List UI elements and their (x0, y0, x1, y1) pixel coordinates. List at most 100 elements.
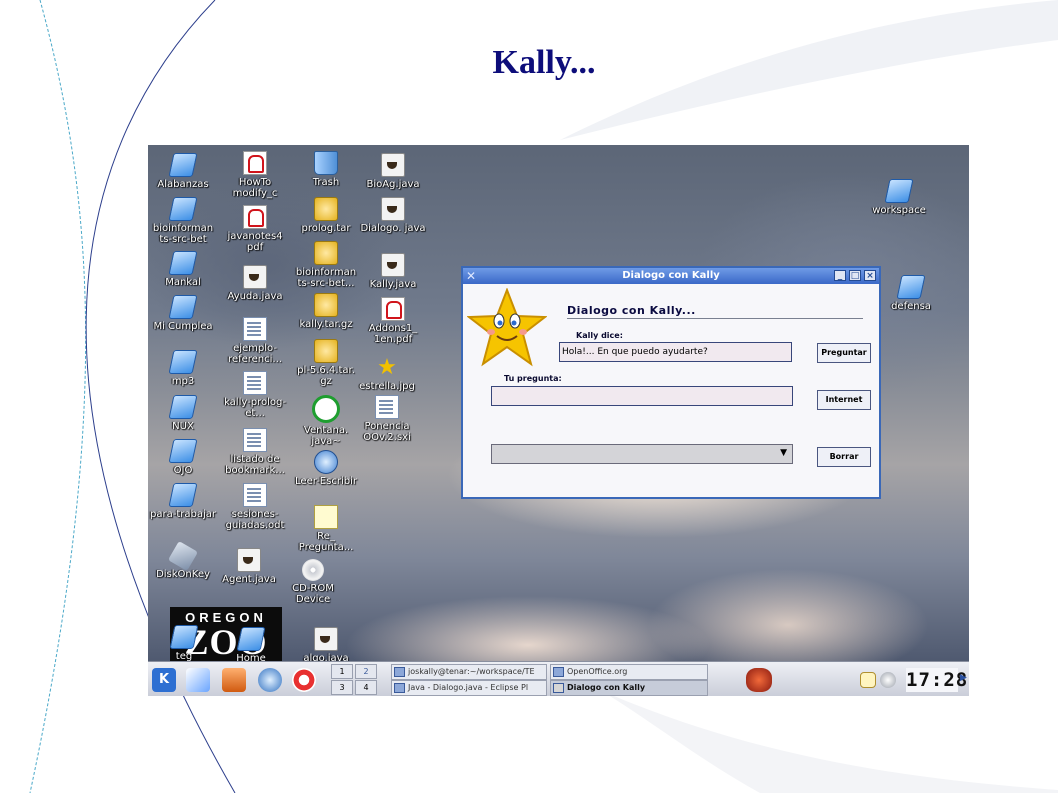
desktop-icon[interactable]: teg (151, 625, 217, 662)
desktop-icon[interactable]: BioAg.java (360, 153, 426, 190)
tray-volume-icon[interactable] (880, 672, 896, 688)
ask-button[interactable]: Preguntar (817, 343, 871, 363)
internet-button[interactable]: Internet (817, 390, 871, 410)
desktop-icon[interactable]: Re_ Pregunta... (293, 505, 359, 553)
desktop-icon[interactable]: Leer-Escribir (293, 450, 359, 487)
desktop-screenshot: Alabanzas bioinforman ts-src-bet Mankal … (148, 145, 969, 696)
desktop-icon[interactable]: Ponencia OOv.2.sxi (354, 395, 420, 443)
question-input[interactable] (491, 386, 793, 406)
icon-label: listado de bookmark... (225, 454, 285, 476)
icon-label: workspace (872, 205, 926, 216)
icon-label: prolog.tar (301, 223, 351, 234)
desktop-1[interactable]: 1 (331, 664, 353, 679)
eclipse-icon (394, 683, 405, 693)
history-combobox[interactable]: ▼ (491, 444, 793, 464)
icon-label: ejemplo-referenci... (228, 343, 282, 365)
java-file-icon (381, 253, 405, 277)
desktop-icon[interactable]: Addons1_ 1en.pdf (360, 297, 426, 345)
desktop-icon[interactable]: Ayuda.java (222, 265, 288, 302)
task-terminal[interactable]: joskally@tenar:~/workspace/TE (391, 664, 547, 680)
folder-icon (169, 625, 199, 649)
desktop-icon[interactable]: Mankal (150, 251, 216, 288)
folder-icon (168, 251, 198, 275)
tray-app-icon[interactable] (746, 668, 772, 692)
desktop-icon[interactable]: workspace (866, 179, 932, 216)
task-eclipse[interactable]: Java - Dialogo.java - Eclipse Pl (391, 680, 547, 696)
close-button[interactable]: × (864, 270, 876, 281)
icon-label: Ponencia OOv.2.sxi (363, 421, 411, 443)
desktop-icon[interactable]: Home (218, 627, 284, 664)
browser-icon[interactable] (258, 668, 282, 692)
desktop-icon[interactable]: mp3 (150, 350, 216, 387)
maximize-button[interactable]: □ (849, 270, 861, 281)
desktop-icon[interactable]: Mi Cumplea (150, 295, 216, 332)
desktop-icon[interactable]: algo.java (293, 627, 359, 664)
help-lifebuoy-icon[interactable] (292, 668, 316, 692)
desktop-icon[interactable]: sesiones-guiadas.odt (222, 483, 288, 531)
folder-icon (168, 350, 198, 374)
icon-label: Ventana. java~ (303, 425, 349, 447)
icon-label: Leer-Escribir (295, 476, 357, 487)
desktop-2[interactable]: 2 (355, 664, 377, 679)
desktop-icon[interactable]: Ventana. java~ (293, 395, 359, 447)
icon-label: Alabanzas (157, 179, 209, 190)
cdrom-icon (302, 559, 324, 581)
kally-response-field[interactable]: Hola!... En que puedo ayudarte? (559, 342, 792, 362)
desktop-icon[interactable]: Alabanzas (150, 153, 216, 190)
desktop-icon[interactable]: ★ estrella.jpg (354, 357, 420, 393)
desktop-icon[interactable]: DiskOnKey (150, 540, 216, 580)
desktop-icon[interactable]: Dialogo. java (360, 197, 426, 234)
desktop-icon[interactable]: NUX (150, 395, 216, 432)
task-dialogo-kally[interactable]: Dialogo con Kally (550, 680, 708, 696)
desktop-icon[interactable]: bioinforman ts-src-bet (150, 197, 216, 245)
dialog-titlebar[interactable]: ✕ Dialogo con Kally _ □ × (463, 268, 879, 284)
desktop-icon[interactable]: defensa (878, 275, 944, 312)
chevron-down-icon[interactable]: ▼ (780, 448, 787, 458)
window-menu-icon[interactable]: ✕ (466, 268, 476, 284)
desktop-icon[interactable]: bioinforman ts-src-bet... (293, 241, 359, 289)
desktop-icon[interactable]: para-trabajar (150, 483, 216, 520)
task-label: OpenOffice.org (567, 667, 628, 676)
dialog-window: ✕ Dialogo con Kally _ □ × Dialogo con Ka… (461, 266, 881, 499)
task-label: joskally@tenar:~/workspace/TE (408, 667, 535, 676)
desktop-icon[interactable]: OJO (150, 439, 216, 476)
icon-label: Dialogo. java (360, 223, 426, 234)
desktop-icon[interactable]: CD-ROM Device (280, 559, 346, 605)
icon-label: BioAg.java (366, 179, 420, 190)
desktop-icon-launcher[interactable] (186, 668, 210, 692)
icon-label: OJO (173, 465, 193, 476)
desktop-icon[interactable]: prolog.tar (293, 197, 359, 234)
home-icon[interactable] (222, 668, 246, 692)
java-file-icon (381, 197, 405, 221)
tray-notes-icon[interactable] (860, 672, 876, 688)
desktop-icon[interactable]: ejemplo-referenci... (222, 317, 288, 365)
icon-label: Mankal (165, 277, 201, 288)
desktop-icon[interactable]: javanotes4 pdf (222, 205, 288, 253)
kde-menu-icon[interactable]: K (152, 668, 176, 692)
web-file-icon (314, 450, 338, 474)
taskbar-expand-arrow-icon[interactable]: ▶ (960, 673, 967, 683)
icon-label: bioinforman ts-src-bet... (295, 267, 357, 289)
desktop-icon[interactable]: HowTo modify_c (222, 151, 288, 199)
desktop-icon[interactable]: kally-prolog-et... (222, 371, 288, 419)
dialog-body: Dialogo con Kally... Kally dice: Hola!..… (463, 284, 879, 497)
desktop-icon[interactable]: kally.tar.gz (293, 293, 359, 330)
desktop-icon[interactable]: pl-5.6.4.tar. gz (293, 339, 359, 387)
task-label: Java - Dialogo.java - Eclipse Pl (408, 683, 529, 692)
document-icon (243, 371, 267, 395)
desktop-icon[interactable]: Kally.java (360, 253, 426, 290)
minimize-button[interactable]: _ (834, 270, 846, 281)
desktop-icon[interactable]: Trash (293, 151, 359, 188)
task-openoffice[interactable]: OpenOffice.org (550, 664, 708, 680)
desktop-4[interactable]: 4 (355, 680, 377, 695)
icon-label: javanotes4 pdf (227, 231, 283, 253)
icon-label: Re_ Pregunta... (298, 531, 354, 553)
desktop-icon[interactable]: Agent.java (216, 548, 282, 585)
trash-icon (314, 151, 338, 175)
clear-button[interactable]: Borrar (817, 447, 871, 467)
desktop-3[interactable]: 3 (331, 680, 353, 695)
icon-label: Kally.java (369, 279, 417, 290)
desktop-icon[interactable]: listado de bookmark... (222, 428, 288, 476)
archive-icon (314, 293, 338, 317)
taskbar-clock[interactable]: 17:28 (906, 668, 967, 692)
